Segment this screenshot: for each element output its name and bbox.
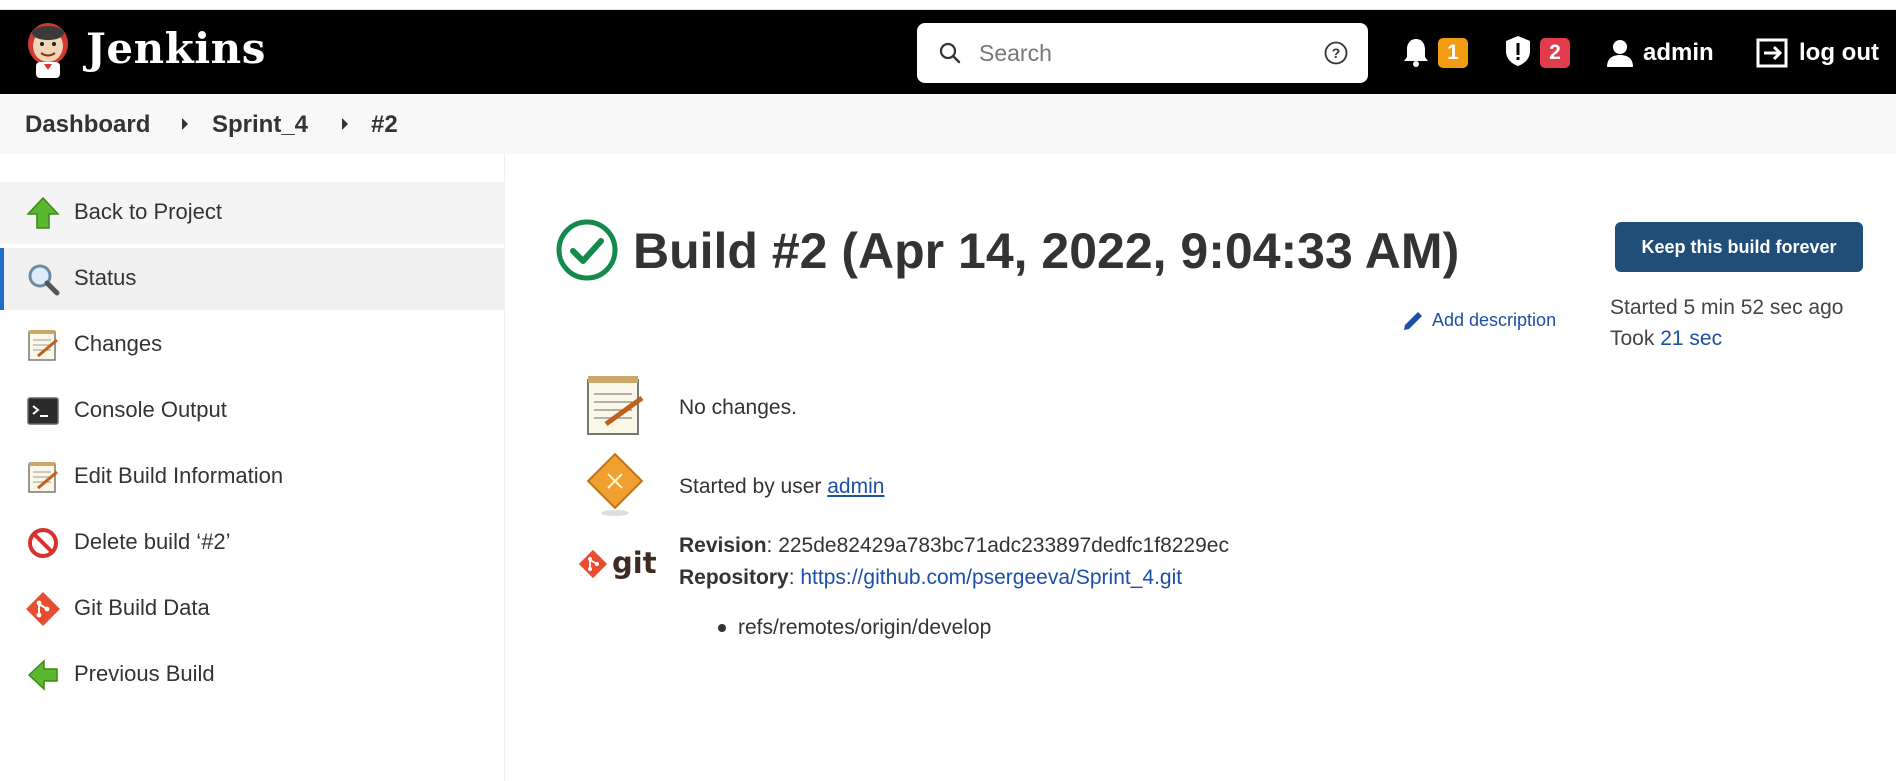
- sidebar-item-label: Back to Project: [74, 199, 222, 224]
- sidebar-item-git-build-data[interactable]: Git Build Data: [0, 578, 505, 640]
- svg-text:?: ?: [1332, 45, 1341, 61]
- sidebar-item-label: Changes: [74, 331, 163, 356]
- sidebar-item-edit-build-information[interactable]: Edit Build Information: [0, 446, 505, 508]
- jenkins-logo-icon[interactable]: [22, 20, 74, 80]
- started-by-user-link[interactable]: admin: [827, 475, 884, 498]
- success-check-icon: [556, 219, 618, 281]
- sidebar-item-previous-build[interactable]: Previous Build: [0, 644, 505, 706]
- terminal-icon: [27, 397, 59, 425]
- sidebar-item-label: Status: [74, 265, 137, 290]
- changes-summary: No changes.: [679, 396, 797, 419]
- notepad-icon: [28, 330, 58, 361]
- breadcrumb-separator-icon[interactable]: [182, 118, 188, 130]
- repository-label: Repository: [679, 566, 789, 589]
- breadcrumb-dashboard[interactable]: Dashboard: [25, 111, 150, 139]
- logout-icon[interactable]: [1755, 37, 1789, 69]
- user-cause-icon: [586, 452, 644, 516]
- repository-colon: :: [788, 566, 801, 589]
- notifications-badge[interactable]: 1: [1438, 38, 1468, 68]
- user-icon[interactable]: [1606, 38, 1634, 68]
- git-icon: [578, 549, 608, 579]
- up-arrow-icon: [26, 196, 60, 229]
- bell-icon[interactable]: [1402, 36, 1430, 68]
- git-logo: git: [578, 546, 657, 582]
- repository-link[interactable]: https://github.com/psergeeva/Sprint_4.gi…: [800, 566, 1182, 589]
- page-title: Build #2 (Apr 14, 2022, 9:04:33 AM): [633, 223, 1460, 279]
- breadcrumb-project[interactable]: Sprint_4: [212, 111, 308, 139]
- search-input[interactable]: [979, 33, 1309, 73]
- keep-build-forever-button[interactable]: Keep this build forever: [1615, 222, 1863, 272]
- user-link[interactable]: admin: [1643, 39, 1714, 67]
- sidebar-item-label: Git Build Data: [74, 595, 210, 620]
- started-by-row: Started by user admin: [679, 475, 884, 499]
- duration-link[interactable]: 21 sec: [1660, 327, 1722, 350]
- sidebar-item-console-output[interactable]: Console Output: [0, 380, 505, 442]
- main-content: Build #2 (Apr 14, 2022, 9:04:33 AM) Keep…: [505, 154, 1896, 781]
- sidebar-item-label: Delete build ‘#2’: [74, 529, 231, 554]
- pencil-icon: [1404, 312, 1422, 330]
- sidebar: Back to Project Status Changes Console O…: [0, 154, 505, 781]
- brand-name[interactable]: Jenkins: [86, 24, 266, 73]
- sidebar-item-label: Edit Build Information: [74, 463, 284, 488]
- repository-row: Repository: https://github.com/psergeeva…: [679, 566, 1182, 590]
- revision-value: 225de82429a783bc71adc233897dedfc1f8229ec: [778, 534, 1229, 557]
- sidebar-item-status[interactable]: Status: [0, 248, 505, 310]
- branch-item: refs/remotes/origin/develop: [738, 616, 992, 639]
- git-logo-text: git: [612, 546, 657, 580]
- sidebar-item-label: Console Output: [74, 397, 227, 422]
- shield-icon[interactable]: [1503, 34, 1533, 68]
- logout-link[interactable]: log out: [1799, 39, 1879, 67]
- magnifier-icon: [28, 264, 60, 296]
- build-duration: Took 21 sec: [1610, 327, 1722, 351]
- browser-top-strip: [0, 0, 1896, 10]
- no-entry-icon: [28, 528, 58, 558]
- started-by-label: Started by user: [679, 475, 822, 498]
- started-time: Started 5 min 52 sec ago: [1610, 296, 1844, 319]
- revision-row: Revision: 225de82429a783bc71adc233897ded…: [679, 534, 1229, 558]
- sidebar-item-changes[interactable]: Changes: [0, 314, 505, 376]
- sidebar-item-back-to-project[interactable]: Back to Project: [0, 182, 505, 244]
- help-icon[interactable]: ?: [1323, 40, 1349, 66]
- revision-label: Revision: [679, 534, 767, 557]
- add-description-label: Add description: [1432, 310, 1557, 330]
- branch-bullet: [718, 624, 726, 632]
- revision-colon: :: [766, 534, 779, 557]
- left-arrow-icon: [27, 659, 58, 691]
- notepad-icon: [587, 376, 644, 435]
- search-box[interactable]: ?: [917, 23, 1368, 83]
- search-icon: [939, 42, 961, 64]
- git-icon: [26, 592, 60, 626]
- breadcrumb-separator-icon[interactable]: [342, 118, 348, 130]
- sidebar-item-delete-build[interactable]: Delete build ‘#2’: [0, 512, 505, 574]
- top-header: Jenkins ? 1 2 admin log out: [0, 10, 1896, 94]
- security-badge[interactable]: 2: [1540, 38, 1570, 68]
- breadcrumb: Dashboard Sprint_4 #2: [0, 94, 1896, 154]
- notepad-icon: [28, 462, 58, 493]
- took-label: Took: [1610, 327, 1655, 350]
- breadcrumb-build[interactable]: #2: [371, 111, 398, 139]
- sidebar-item-label: Previous Build: [74, 661, 215, 686]
